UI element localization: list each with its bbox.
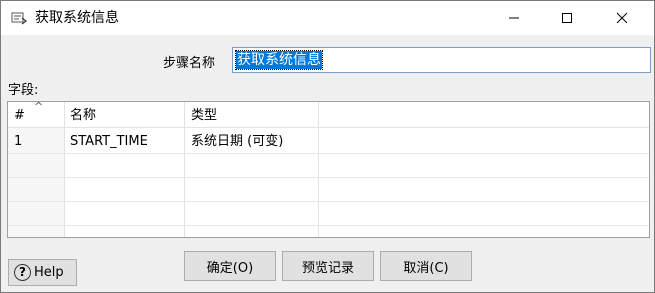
row-number: 1 bbox=[14, 134, 23, 149]
column-divider bbox=[64, 102, 65, 237]
step-name-value[interactable]: 获取系统信息 bbox=[235, 50, 323, 70]
maximize-icon bbox=[562, 13, 572, 23]
close-icon bbox=[616, 12, 628, 24]
step-name-label: 步骤名称 bbox=[163, 56, 216, 71]
step-name-input[interactable]: 获取系统信息 bbox=[232, 47, 651, 73]
column-divider bbox=[318, 102, 319, 237]
minimize-button[interactable] bbox=[491, 1, 537, 35]
field-type-cell[interactable]: 系统日期 (可变) bbox=[191, 132, 283, 152]
app-icon bbox=[11, 11, 27, 25]
maximize-button[interactable] bbox=[544, 1, 590, 35]
help-label: Help bbox=[34, 265, 64, 280]
ok-button[interactable]: 确定(O) bbox=[184, 251, 276, 281]
help-icon: ? bbox=[14, 264, 31, 281]
field-name-cell[interactable]: START_TIME bbox=[70, 132, 148, 152]
window-title: 获取系统信息 bbox=[35, 10, 119, 26]
minimize-icon bbox=[509, 17, 519, 19]
column-divider bbox=[184, 102, 185, 237]
column-header-number[interactable]: # bbox=[14, 106, 25, 126]
table-header: ^ # 名称 类型 bbox=[8, 102, 649, 128]
ok-label: 确定(O) bbox=[206, 260, 254, 276]
dialog-window: 获取系统信息 步骤名称 获取系统信息 字段: ^ # 名称 类型 1 START… bbox=[0, 0, 655, 293]
cancel-button[interactable]: 取消(C) bbox=[380, 251, 472, 281]
cancel-label: 取消(C) bbox=[403, 260, 449, 276]
row-divider bbox=[8, 153, 649, 154]
row-divider bbox=[8, 177, 649, 178]
close-button[interactable] bbox=[599, 1, 645, 35]
preview-button[interactable]: 预览记录 bbox=[282, 251, 374, 281]
help-button[interactable]: ? Help bbox=[8, 259, 77, 286]
column-header-name[interactable]: 名称 bbox=[70, 106, 96, 126]
column-header-type[interactable]: 类型 bbox=[191, 106, 217, 126]
fields-table[interactable]: ^ # 名称 类型 1 START_TIME 系统日期 (可变) bbox=[7, 101, 650, 238]
row-divider bbox=[8, 225, 649, 226]
row-divider bbox=[8, 201, 649, 202]
fields-label: 字段: bbox=[8, 83, 39, 98]
preview-label: 预览记录 bbox=[301, 260, 354, 276]
sort-caret-icon[interactable]: ^ bbox=[34, 102, 43, 112]
title-bar: 获取系统信息 bbox=[1, 1, 654, 35]
